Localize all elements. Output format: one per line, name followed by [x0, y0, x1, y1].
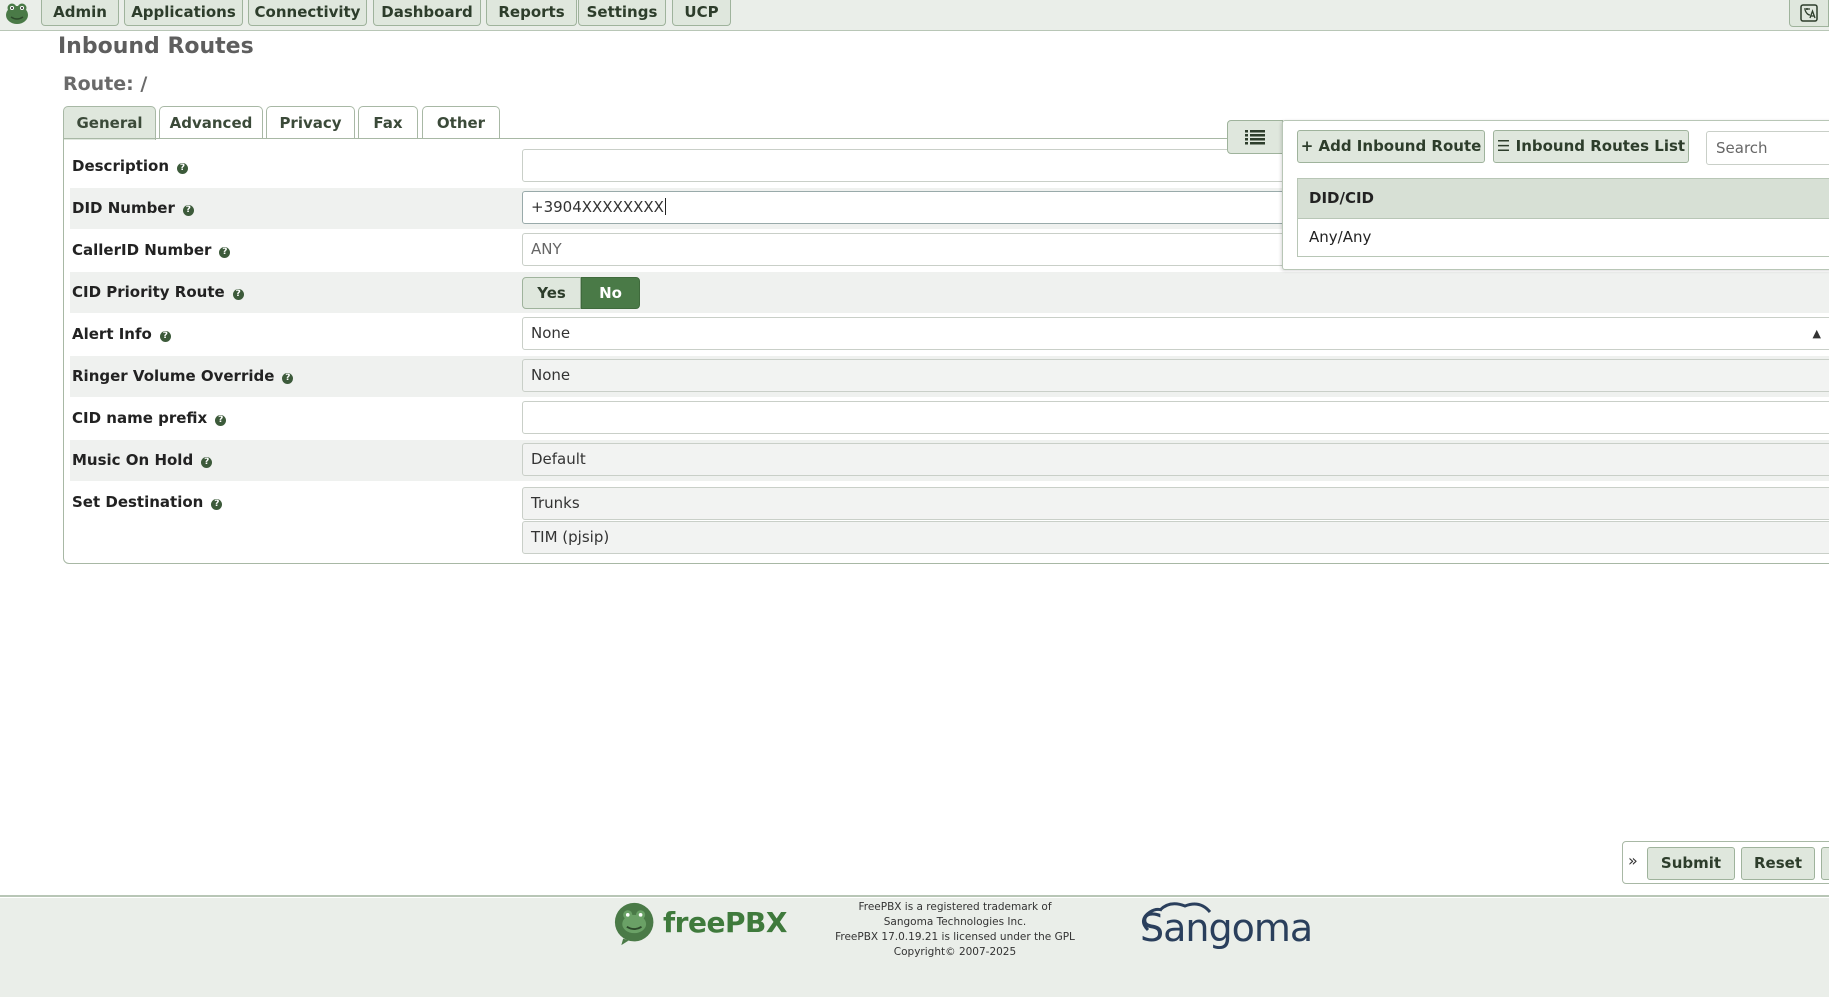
footer-line-1: FreePBX is a registered trademark of — [858, 901, 1052, 913]
footer-line-4: Copyright© 2007-2025 — [893, 946, 1017, 958]
search-input[interactable]: Search — [1706, 131, 1829, 165]
destination-type-select[interactable]: Trunks — [522, 487, 1829, 520]
inbound-routes-list-button[interactable]: ☰ Inbound Routes List — [1493, 130, 1689, 163]
collapse-action-bar-button[interactable]: » — [1628, 851, 1638, 870]
nav-applications[interactable]: Applications — [124, 0, 243, 26]
list-icon — [1245, 130, 1265, 145]
music-on-hold-value: Default — [531, 450, 586, 468]
language-icon — [1800, 4, 1818, 22]
nav-admin[interactable]: Admin — [41, 0, 119, 26]
more-button[interactable] — [1821, 847, 1829, 880]
add-inbound-route-label: Add Inbound Route — [1318, 137, 1482, 155]
help-icon[interactable]: ? — [182, 205, 194, 216]
destination-target-select[interactable]: TIM (pjsip) — [522, 521, 1829, 554]
help-icon[interactable]: ? — [211, 499, 223, 510]
destination-target-value: TIM (pjsip) — [531, 528, 610, 546]
footer-line-2: Sangoma Technologies Inc. — [883, 916, 1027, 928]
inbound-routes-list-label: Inbound Routes List — [1515, 137, 1686, 155]
cid-priority-toggle: Yes No — [522, 277, 640, 309]
cid-name-prefix-input[interactable] — [522, 401, 1829, 434]
route-list-toggle-button[interactable] — [1227, 120, 1283, 154]
set-destination-label: Set Destination — [72, 493, 204, 511]
cid-priority-route-label: CID Priority Route — [72, 283, 225, 301]
help-icon[interactable]: ? — [177, 163, 189, 174]
select-arrow-icon: ▲ — [1812, 327, 1821, 340]
help-icon[interactable]: ? — [219, 247, 231, 258]
help-icon[interactable]: ? — [232, 289, 244, 300]
tab-general[interactable]: General — [63, 106, 156, 140]
list-icon: ☰ — [1496, 137, 1511, 155]
help-icon[interactable]: ? — [201, 457, 213, 468]
ringer-volume-label: Ringer Volume Override — [72, 367, 275, 385]
freepbx-frog-icon[interactable] — [4, 1, 30, 25]
did-number-label: DID Number — [72, 199, 175, 217]
callerid-number-label: CallerID Number — [72, 241, 212, 259]
did-number-value: +3904XXXXXXXX — [531, 198, 664, 216]
destination-type-value: Trunks — [531, 494, 580, 512]
add-inbound-route-button[interactable]: + Add Inbound Route — [1297, 130, 1485, 163]
music-on-hold-select[interactable]: Default — [522, 443, 1829, 476]
footer-legal-text: FreePBX is a registered trademark of San… — [820, 900, 1090, 960]
tab-privacy[interactable]: Privacy — [266, 106, 355, 139]
help-icon[interactable]: ? — [159, 331, 171, 342]
ringer-volume-value: None — [531, 366, 571, 384]
nav-connectivity[interactable]: Connectivity — [248, 0, 367, 26]
alert-info-select[interactable]: None ▲ — [522, 317, 1829, 350]
tab-advanced[interactable]: Advanced — [159, 106, 263, 139]
nav-settings[interactable]: Settings — [578, 0, 666, 26]
page-title: Inbound Routes — [58, 34, 254, 59]
plus-icon: + — [1300, 137, 1314, 155]
alert-info-label: Alert Info — [72, 325, 152, 343]
music-on-hold-label: Music On Hold — [72, 451, 194, 469]
table-row[interactable]: Any/Any — [1297, 218, 1829, 257]
freepbx-logo-icon[interactable] — [614, 901, 658, 947]
ringer-volume-select[interactable]: None — [522, 359, 1829, 392]
tab-other[interactable]: Other — [422, 106, 500, 139]
sangoma-logo-text: Sangoma — [1140, 906, 1313, 950]
footer-line-3: FreePBX 17.0.19.21 is licensed under the… — [835, 931, 1075, 943]
nav-ucp[interactable]: UCP — [672, 0, 731, 26]
tab-fax[interactable]: Fax — [358, 106, 418, 139]
route-label: Route: / — [63, 73, 148, 95]
submit-button[interactable]: Submit — [1647, 847, 1735, 880]
table-header-did-cid[interactable]: DID/CID — [1297, 178, 1829, 219]
cid-name-prefix-label: CID name prefix — [72, 409, 208, 427]
help-icon[interactable]: ? — [215, 415, 227, 426]
cid-priority-yes-button[interactable]: Yes — [522, 277, 581, 309]
top-nav-bar: Admin Applications Connectivity Dashboar… — [0, 0, 1829, 31]
help-icon[interactable]: ? — [282, 373, 294, 384]
nav-dashboard[interactable]: Dashboard — [373, 0, 481, 26]
alert-info-value: None — [531, 324, 571, 342]
reset-button[interactable]: Reset — [1741, 847, 1815, 880]
nav-reports[interactable]: Reports — [486, 0, 577, 26]
language-button[interactable] — [1789, 0, 1829, 27]
cid-priority-no-button[interactable]: No — [581, 277, 640, 309]
description-label: Description — [72, 157, 170, 175]
text-cursor — [664, 198, 666, 215]
freepbx-logo-text: freePBX — [663, 906, 787, 939]
row-cid-priority-route: CID Priority Route? — [70, 272, 1829, 313]
